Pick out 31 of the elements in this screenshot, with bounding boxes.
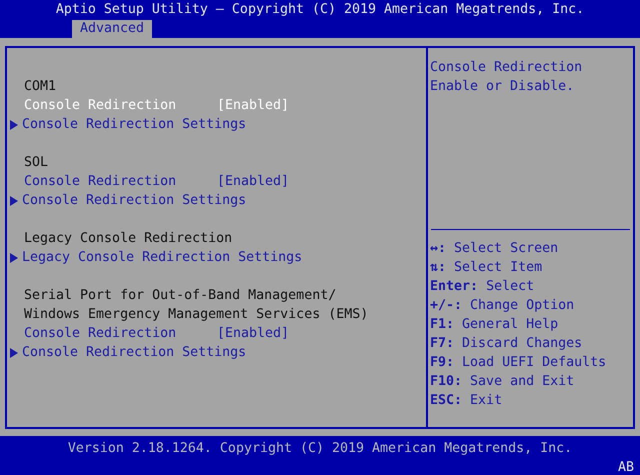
section-label: COM1: [23, 78, 56, 96]
setting-option[interactable]: Console Redirection [Enabled]: [24, 96, 290, 115]
setting-option[interactable]: Console Redirection [Enabled]: [24, 324, 290, 343]
setting-option[interactable]: Console Redirection [Enabled]: [24, 172, 290, 191]
submenu-link[interactable]: Console Redirection Settings: [22, 115, 246, 134]
key-hint: F10: Save and Exit: [430, 373, 574, 391]
tab[interactable]: Advanced: [72, 20, 152, 38]
key-hint: +/-: Change Option: [430, 297, 574, 315]
submenu-link[interactable]: Legacy Console Redirection Settings: [22, 248, 302, 267]
submenu-link[interactable]: Console Redirection Settings: [22, 343, 246, 362]
submenu-arrow-icon: [10, 120, 18, 130]
key-hint: ↔: Select Screen: [430, 240, 558, 258]
submenu-link[interactable]: Console Redirection Settings: [22, 191, 246, 210]
submenu-arrow-icon: [10, 196, 18, 206]
key-hint: ⇅: Select Item: [430, 259, 542, 277]
key-hint: F1: General Help: [430, 316, 558, 334]
section-label: Legacy Console Redirection: [23, 230, 232, 248]
key-hint: ESC: Exit: [430, 392, 502, 410]
badge-text: AB: [618, 461, 634, 475]
key-hint: Enter: Select: [430, 278, 534, 296]
help-text: Enable or Disable.: [430, 78, 574, 96]
version-text: Version 2.18.1264. Copyright (C) 2019 American Megatrends, Inc.: [66, 440, 574, 458]
section-label: Serial Port for Out-of-Band Management/: [23, 287, 336, 305]
key-hint: F9: Load UEFI Defaults: [430, 354, 606, 372]
help-text: Console Redirection: [430, 59, 582, 77]
submenu-arrow-icon: [10, 252, 18, 262]
section-label: SOL: [23, 154, 48, 172]
window-title: Aptio Setup Utility – Copyright (C) 2019 American Megatrends, Inc.: [54, 1, 586, 19]
submenu-arrow-icon: [10, 348, 18, 358]
key-hint: F7: Discard Changes: [430, 335, 582, 353]
section-label: Windows Emergency Management Services (EMS): [23, 306, 368, 324]
